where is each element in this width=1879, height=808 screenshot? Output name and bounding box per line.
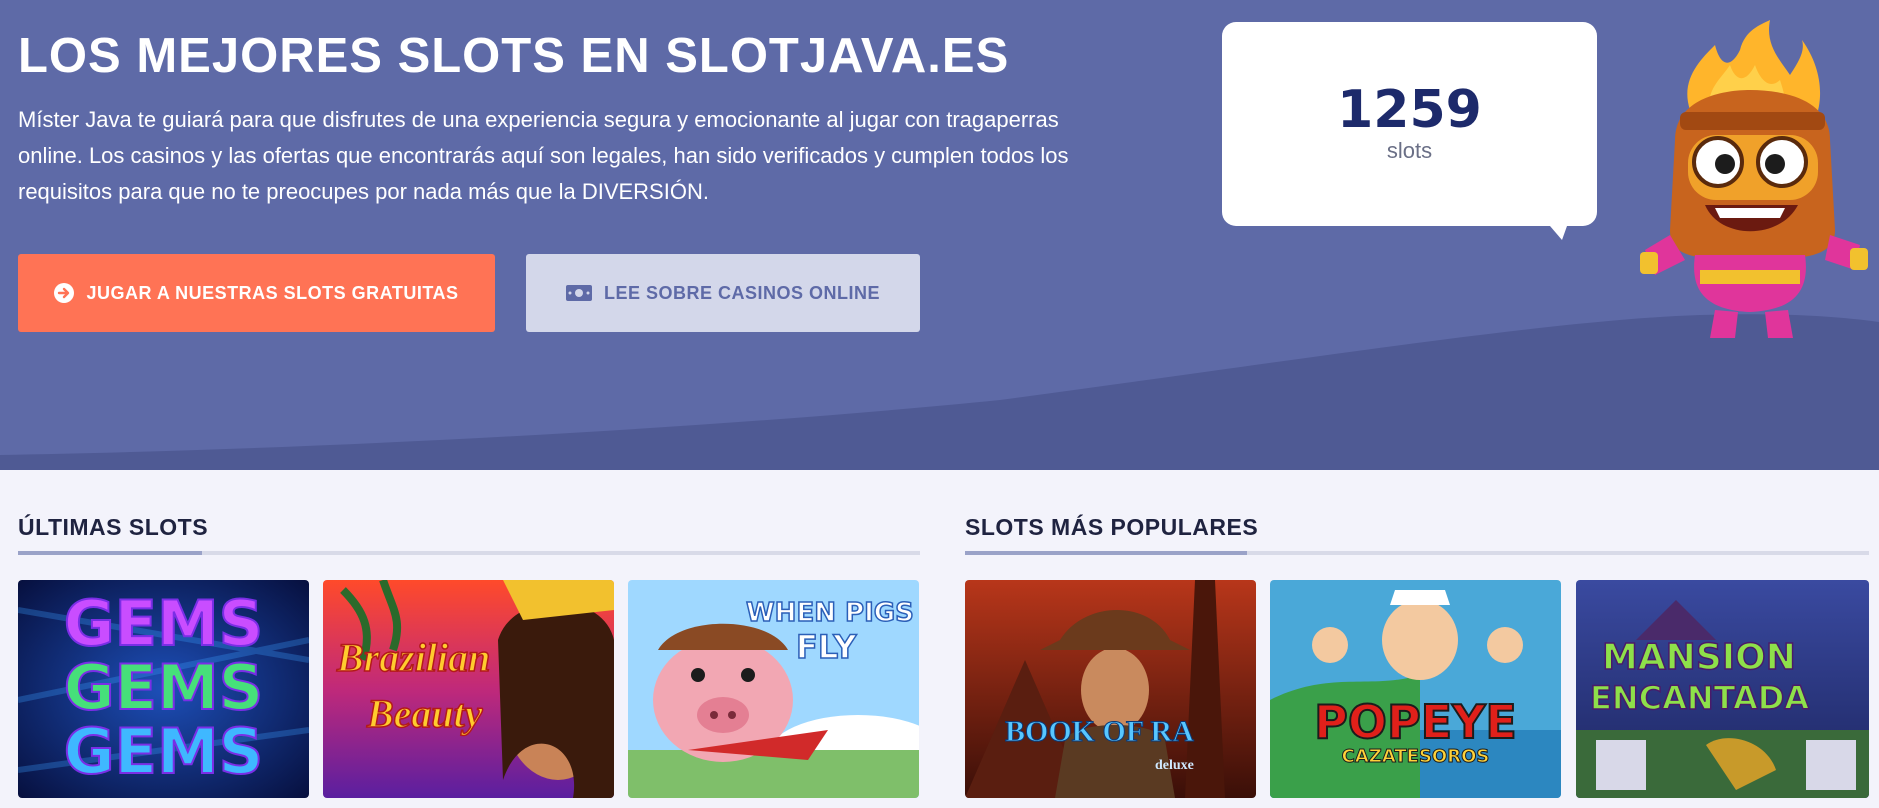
popeye-logo: POPEYE CAZATESOROS — [1270, 695, 1561, 768]
brazilian-beauty-logo: Brazilian Beauty — [336, 630, 491, 742]
slots-count: 1259 — [1337, 80, 1482, 140]
latest-slots-divider-accent — [18, 551, 202, 555]
popeye-logo-line-1: POPEYE — [1313, 695, 1518, 749]
bubble-tail — [1538, 212, 1572, 240]
slot-card-brazilian-beauty[interactable]: Brazilian Beauty — [323, 580, 614, 798]
page-title: LOS MEJORES SLOTS EN SLOTJAVA.ES — [18, 29, 1010, 83]
slot-card-mansion-encantada[interactable]: MANSION ENCANTADA — [1576, 580, 1869, 798]
read-online-casinos-label: LEE SOBRE CASINOS ONLINE — [603, 282, 881, 303]
hero-description: Míster Java te guiará para que disfrutes… — [18, 107, 1069, 204]
read-online-casinos-button[interactable]: LEE SOBRE CASINOS ONLINE — [526, 254, 920, 332]
slot-card-book-of-ra[interactable]: BOOK OF RA deluxe — [965, 580, 1256, 798]
money-bill-icon — [565, 285, 592, 301]
slot-card-when-pigs-fly[interactable]: WHEN PIGS FLY — [628, 580, 919, 798]
popular-slots-divider — [965, 551, 1869, 555]
when-pigs-fly-logo-line-1: WHEN PIGS — [745, 597, 914, 629]
gems-logo: GEMS GEMS GEMS — [18, 587, 309, 788]
popeye-logo-line-2: CAZATESOROS — [1341, 746, 1490, 768]
latest-slots-heading: ÚLTIMAS SLOTS — [18, 514, 209, 540]
popular-slots-divider-accent — [965, 551, 1247, 555]
when-pigs-fly-logo: WHEN PIGS FLY — [745, 596, 914, 666]
slot-card-popeye[interactable]: POPEYE CAZATESOROS — [1270, 580, 1561, 798]
mansion-encantada-logo-line-1: MANSION — [1601, 637, 1796, 679]
slots-count-unit: slots — [1386, 138, 1433, 163]
book-of-ra-logo-line-2: deluxe — [1155, 758, 1194, 773]
latest-slots-divider — [18, 551, 920, 555]
mansion-encantada-logo-line-2: ENCANTADA — [1589, 678, 1810, 718]
play-free-slots-label: JUGAR A NUESTRAS SLOTS GRATUITAS — [86, 282, 459, 303]
gems-logo-line-1: GEMS — [63, 587, 265, 660]
play-free-slots-button[interactable]: JUGAR A NUESTRAS SLOTS GRATUITAS — [18, 254, 495, 332]
brazilian-beauty-logo-line-2: Beauty — [366, 690, 483, 737]
slot-card-gems[interactable]: GEMS GEMS GEMS — [18, 580, 309, 798]
when-pigs-fly-logo-line-2: FLY — [795, 628, 857, 666]
book-of-ra-logo-line-1: BOOK OF RA — [1005, 715, 1195, 749]
slots-counter-bubble: 1259 slots — [1222, 22, 1597, 226]
popular-slots-heading: SLOTS MÁS POPULARES — [965, 514, 1259, 540]
mister-java-mascot — [1640, 20, 1868, 338]
hero-banner: LOS MEJORES SLOTS EN SLOTJAVA.ES Míster … — [0, 0, 1879, 470]
brazilian-beauty-logo-line-1: Brazilian — [336, 634, 491, 681]
gems-logo-line-3: GEMS — [63, 715, 265, 788]
book-of-ra-logo: BOOK OF RA deluxe — [1005, 715, 1195, 783]
gems-logo-line-2: GEMS — [63, 651, 265, 724]
mansion-encantada-logo: MANSION ENCANTADA — [1589, 637, 1810, 718]
arrow-right-circle-icon — [54, 283, 75, 303]
